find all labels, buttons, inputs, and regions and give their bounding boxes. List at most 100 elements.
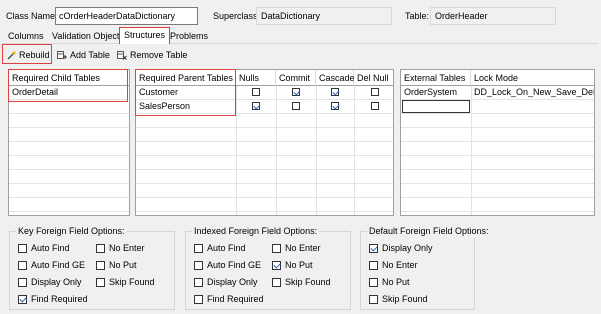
table-row[interactable] bbox=[401, 198, 594, 212]
indexed-auto-find-option[interactable]: Auto Find bbox=[194, 242, 246, 254]
del-null-header: Del Null bbox=[354, 70, 393, 86]
table-label: Table: bbox=[405, 11, 430, 21]
table-row[interactable] bbox=[136, 142, 393, 156]
table-row[interactable] bbox=[9, 114, 129, 128]
commit-checkbox[interactable] bbox=[292, 102, 300, 110]
key-auto-find-option[interactable]: Auto Find bbox=[18, 242, 70, 254]
table-row[interactable] bbox=[401, 128, 594, 142]
table-row[interactable] bbox=[9, 100, 129, 114]
table-row[interactable] bbox=[136, 156, 393, 170]
table-row[interactable] bbox=[401, 114, 594, 128]
lock-mode-cell[interactable]: DD_Lock_On_New_Save_Delete bbox=[471, 86, 594, 99]
parent-table-cell[interactable]: SalesPerson bbox=[136, 100, 190, 113]
lock-mode-cell[interactable] bbox=[471, 100, 474, 113]
table-row[interactable] bbox=[136, 198, 393, 212]
table-row[interactable] bbox=[9, 156, 129, 170]
option-label: Auto Find GE bbox=[207, 260, 262, 270]
child-table-cell[interactable]: OrderDetail bbox=[9, 86, 58, 99]
wand-icon bbox=[7, 51, 16, 60]
external-table-cell[interactable]: OrderSystem bbox=[401, 86, 457, 99]
tab-problems[interactable]: Problems bbox=[166, 30, 212, 43]
child-tables-grid: Required Child Tables OrderDetail bbox=[8, 69, 130, 216]
option-label: No Put bbox=[382, 277, 410, 287]
superclass-label: Superclass: bbox=[213, 11, 261, 21]
option-label: No Enter bbox=[109, 243, 145, 253]
remove-table-icon bbox=[117, 50, 127, 60]
table-row[interactable]: OrderDetail bbox=[9, 86, 129, 100]
table-row[interactable] bbox=[9, 142, 129, 156]
key-foreign-field-options: Key Foreign Field Options: Auto Find No … bbox=[9, 225, 175, 310]
table-row[interactable] bbox=[9, 198, 129, 212]
table-row[interactable]: SalesPerson bbox=[136, 100, 393, 114]
indexed-skip-found-option[interactable]: Skip Found bbox=[272, 276, 331, 288]
nulls-checkbox[interactable] bbox=[252, 88, 260, 96]
default-foreign-field-options: Default Foreign Field Options: Display O… bbox=[360, 225, 491, 310]
tab-columns[interactable]: Columns bbox=[4, 30, 48, 43]
option-label: Display Only bbox=[382, 243, 433, 253]
table-row[interactable] bbox=[136, 128, 393, 142]
add-table-icon bbox=[57, 50, 67, 59]
table-row[interactable] bbox=[9, 170, 129, 184]
indexed-no-enter-option[interactable]: No Enter bbox=[272, 242, 321, 254]
key-fk-title: Key Foreign Field Options: bbox=[16, 225, 127, 237]
table-row[interactable] bbox=[401, 156, 594, 170]
option-label: Skip Found bbox=[285, 277, 331, 287]
add-table-button[interactable]: Add Table bbox=[57, 47, 110, 63]
tab-structures[interactable]: Structures bbox=[119, 27, 171, 44]
key-auto-find-ge-option[interactable]: Auto Find GE bbox=[18, 259, 85, 271]
option-label: Display Only bbox=[31, 277, 82, 287]
table-row[interactable]: OrderSystem DD_Lock_On_New_Save_Delete bbox=[401, 86, 594, 100]
default-no-enter-option[interactable]: No Enter bbox=[369, 259, 418, 271]
indexed-auto-find-ge-option[interactable]: Auto Find GE bbox=[194, 259, 261, 271]
parent-tables-grid: Required Parent Tables Nulls Commit Casc… bbox=[135, 69, 394, 216]
remove-table-button[interactable]: Remove Table bbox=[117, 47, 187, 63]
table-row[interactable] bbox=[401, 142, 594, 156]
cascade-checkbox[interactable] bbox=[331, 88, 339, 96]
option-label: Display Only bbox=[207, 277, 258, 287]
indexed-find-required-option[interactable]: Find Required bbox=[194, 293, 264, 305]
option-label: Auto Find bbox=[31, 243, 70, 253]
table-row[interactable]: Customer bbox=[136, 86, 393, 100]
commit-checkbox[interactable] bbox=[292, 88, 300, 96]
option-label: Skip Found bbox=[109, 277, 155, 287]
option-label: No Enter bbox=[382, 260, 418, 270]
cascade-checkbox[interactable] bbox=[331, 102, 339, 110]
del-null-checkbox[interactable] bbox=[371, 102, 379, 110]
indexed-foreign-field-options: Indexed Foreign Field Options: Auto Find… bbox=[185, 225, 351, 310]
default-skip-found-option[interactable]: Skip Found bbox=[369, 293, 428, 305]
table-row[interactable] bbox=[401, 170, 594, 184]
key-find-required-option[interactable]: Find Required bbox=[18, 293, 88, 305]
external-table-edit-cell[interactable] bbox=[402, 100, 470, 113]
del-null-checkbox[interactable] bbox=[371, 88, 379, 96]
table-row[interactable] bbox=[401, 100, 594, 114]
indexed-no-put-option[interactable]: No Put bbox=[272, 259, 313, 271]
rebuild-button[interactable]: Rebuild bbox=[7, 47, 50, 63]
table-row[interactable] bbox=[9, 128, 129, 142]
table-row[interactable] bbox=[9, 184, 129, 198]
key-skip-found-option[interactable]: Skip Found bbox=[96, 276, 155, 288]
option-label: No Put bbox=[285, 260, 313, 270]
table-row[interactable] bbox=[136, 170, 393, 184]
table-row[interactable] bbox=[136, 114, 393, 128]
tab-validation-objects[interactable]: Validation Objects bbox=[48, 30, 128, 43]
key-display-only-option[interactable]: Display Only bbox=[18, 276, 82, 288]
option-label: Find Required bbox=[207, 294, 264, 304]
nulls-checkbox[interactable] bbox=[252, 102, 260, 110]
indexed-fk-title: Indexed Foreign Field Options: bbox=[192, 225, 320, 237]
table-field: OrderHeader bbox=[430, 7, 556, 25]
table-row[interactable] bbox=[401, 184, 594, 198]
default-display-only-option[interactable]: Display Only bbox=[369, 242, 433, 254]
cascade-header: Cascade bbox=[316, 70, 355, 86]
indexed-display-only-option[interactable]: Display Only bbox=[194, 276, 258, 288]
key-no-put-option[interactable]: No Put bbox=[96, 259, 137, 271]
nulls-header: Nulls bbox=[236, 70, 276, 86]
rebuild-label: Rebuild bbox=[19, 50, 50, 60]
class-name-input[interactable]: cOrderHeaderDataDictionary bbox=[55, 7, 198, 25]
parent-table-cell[interactable]: Customer bbox=[136, 86, 178, 99]
option-label: Skip Found bbox=[382, 294, 428, 304]
default-no-put-option[interactable]: No Put bbox=[369, 276, 410, 288]
table-row[interactable] bbox=[136, 184, 393, 198]
key-no-enter-option[interactable]: No Enter bbox=[96, 242, 145, 254]
option-label: Find Required bbox=[31, 294, 88, 304]
option-label: No Put bbox=[109, 260, 137, 270]
